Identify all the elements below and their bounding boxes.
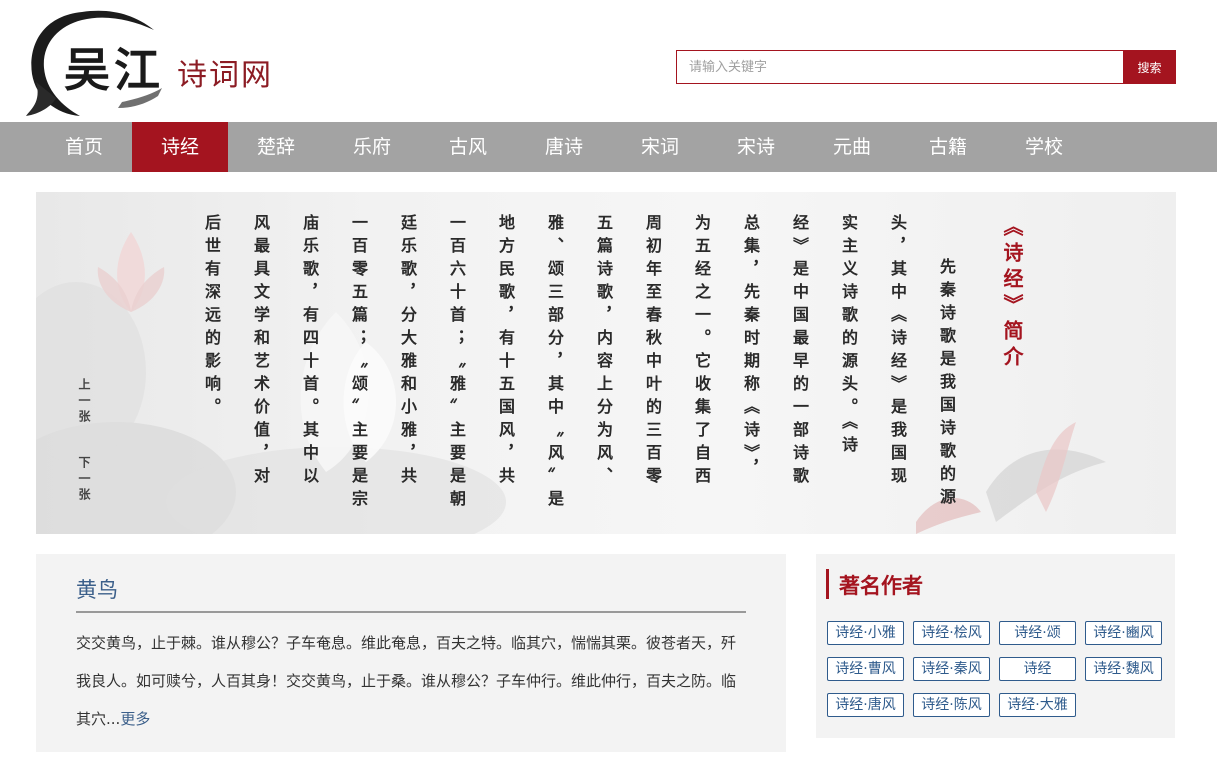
author-tag[interactable]: 诗经·陈风 [913, 693, 990, 717]
search-input[interactable] [676, 50, 1123, 84]
author-tag[interactable]: 诗经 [999, 657, 1076, 681]
search-bar: 搜索 [676, 50, 1176, 84]
nav-item[interactable]: 元曲 [804, 122, 900, 172]
banner-title: 《诗经》简介 [1000, 216, 1024, 372]
nav-item[interactable]: 唐诗 [516, 122, 612, 172]
intro-column: 总集，先秦时期称《诗》， [741, 214, 760, 482]
intro-column: 后世有深远的影响。 [202, 214, 221, 421]
nav-item[interactable]: 首页 [36, 122, 132, 172]
author-tag[interactable]: 诗经·曹风 [827, 657, 904, 681]
intro-column: 经》是中国最早的一部诗歌 [790, 214, 809, 490]
author-tag[interactable]: 诗经·小雅 [827, 621, 904, 645]
nav-item[interactable]: 楚辞 [228, 122, 324, 172]
nav-item[interactable]: 诗经 [132, 122, 228, 172]
author-tag[interactable]: 诗经·唐风 [827, 693, 904, 717]
intro-column: 风最具文学和艺术价值，对 [251, 214, 270, 490]
intro-column: 周初年至春秋中叶的三百零 [643, 214, 662, 490]
poem-excerpt: 交交黄鸟，止于棘。谁从穆公？子车奄息。维此奄息，百夫之特。临其穴，惴惴其栗。彼苍… [76, 624, 748, 738]
intro-banner: 先秦诗歌是我国诗歌的源 头，其中《诗经》是我国现 实主义诗歌的源头。《诗 经》是中国最… [36, 192, 1176, 534]
intro-column: 雅、颂三部分，其中〝风〞是 [545, 214, 564, 513]
authors-heading: 著名作者 [839, 574, 923, 598]
poem-title[interactable]: 黄鸟 [76, 574, 118, 604]
intro-column: 实主义诗歌的源头。《诗 [839, 214, 858, 459]
author-tag[interactable]: 诗经·大雅 [999, 693, 1076, 717]
logo-subtitle: 诗词网 [177, 58, 273, 93]
nav-item[interactable]: 古籍 [900, 122, 996, 172]
authors-panel: 著名作者 诗经·小雅 诗经·桧风 诗经·颂 诗经·豳风诗经·曹风 诗经·秦风 诗经 诗经·魏… [816, 554, 1175, 738]
logo-title: 吴江 [64, 43, 164, 97]
author-tag[interactable]: 诗经·魏风 [1085, 657, 1162, 681]
author-tag[interactable]: 诗经·秦风 [913, 657, 990, 681]
author-tag-list: 诗经·小雅 诗经·桧风 诗经·颂 诗经·豳风诗经·曹风 诗经·秦风 诗经 诗经·魏风诗经·唐… [827, 621, 1171, 717]
intro-column: 一百六十首；〝雅〞主要是朝 [447, 214, 466, 513]
main-nav: 首页 诗经 楚辞 乐府 古风 唐诗 宋词 宋诗 元曲 古籍 学校 [0, 122, 1217, 172]
more-link[interactable]: 更多 [120, 710, 150, 728]
intro-column: 一百零五篇；〝颂〞主要是宗 [349, 214, 368, 513]
intro-column: 头，其中《诗经》是我国现 [888, 214, 907, 490]
intro-column: 地方民歌，有十五国风，共 [496, 214, 515, 490]
next-slide-link[interactable]: 下一张 [76, 456, 93, 504]
nav-item[interactable]: 古风 [420, 122, 516, 172]
heading-accent-bar [826, 569, 829, 599]
intro-column: 庙乐歌，有四十首。其中以 [300, 214, 319, 490]
intro-column: 先秦诗歌是我国诗歌的源 [937, 258, 956, 511]
nav-item[interactable]: 宋词 [612, 122, 708, 172]
author-tag[interactable]: 诗经·桧风 [913, 621, 990, 645]
author-tag[interactable]: 诗经·颂 [999, 621, 1076, 645]
poem-text: 交交黄鸟，止于棘。谁从穆公？子车奄息。维此奄息，百夫之特。临其穴，惴惴其栗。彼苍… [76, 634, 737, 728]
prev-slide-link[interactable]: 上一张 [76, 378, 93, 426]
divider [76, 611, 746, 613]
site-logo[interactable]: 吴江 诗词网 [22, 2, 302, 120]
author-tag[interactable]: 诗经·豳风 [1085, 621, 1162, 645]
search-button[interactable]: 搜索 [1123, 50, 1176, 84]
intro-column: 廷乐歌，分大雅和小雅，共 [398, 214, 417, 490]
featured-poem: 黄鸟 交交黄鸟，止于棘。谁从穆公？子车奄息。维此奄息，百夫之特。临其穴，惴惴其栗… [36, 554, 786, 752]
nav-item[interactable]: 乐府 [324, 122, 420, 172]
nav-item[interactable]: 宋诗 [708, 122, 804, 172]
intro-column: 五篇诗歌，内容上分为风、 [594, 214, 613, 490]
nav-item[interactable]: 学校 [996, 122, 1092, 172]
intro-column: 为五经之一。它收集了自西 [692, 214, 711, 490]
